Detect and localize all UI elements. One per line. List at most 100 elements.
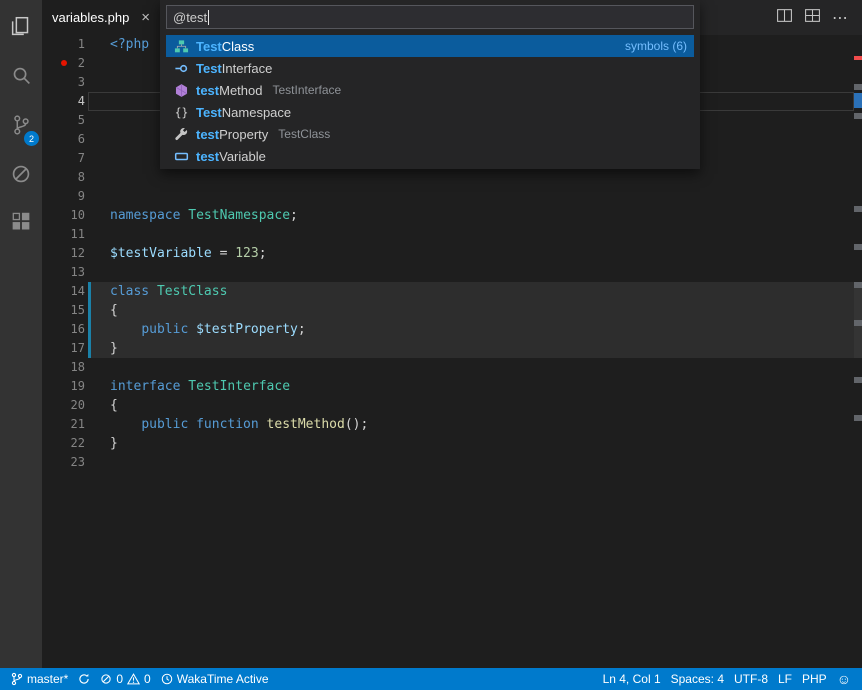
gutter: 1234567891011121314151617181920212223 <box>42 35 85 472</box>
line-number[interactable]: 12 <box>42 244 85 263</box>
error-marker <box>61 60 67 66</box>
line-number[interactable]: 8 <box>42 168 85 187</box>
wakatime-label: WakaTime Active <box>177 672 269 686</box>
line-number[interactable]: 5 <box>42 111 85 130</box>
symbol-name: TestNamespace <box>196 105 291 120</box>
tab-close-icon[interactable]: × <box>141 10 150 25</box>
activity-bar-item-source-control[interactable]: 2 <box>0 103 42 152</box>
code-line-15[interactable]: { <box>110 301 854 320</box>
sync-button[interactable] <box>73 668 95 690</box>
quick-open-list: TestClasssymbols (6)TestInterfacetestMet… <box>166 35 694 167</box>
code-line-9[interactable] <box>110 187 854 206</box>
ruler-mark <box>854 206 862 212</box>
branch-label: master* <box>27 672 68 686</box>
split-editor-icon <box>776 7 793 29</box>
activity-bar-item-extensions[interactable] <box>0 201 42 250</box>
eol-status[interactable]: LF <box>773 668 797 690</box>
cursor-position-status[interactable]: Ln 4, Col 1 <box>598 668 666 690</box>
overview-ruler[interactable] <box>854 35 862 668</box>
language-label: PHP <box>802 672 827 686</box>
quick-open-item-testMethod[interactable]: testMethod TestInterface <box>166 79 694 101</box>
line-number[interactable]: 17 <box>42 339 85 358</box>
symbol-name: testProperty <box>196 127 268 142</box>
variable-icon <box>173 149 190 164</box>
text-cursor <box>208 10 209 25</box>
line-number[interactable]: 1 <box>42 35 85 54</box>
line-number[interactable]: 16 <box>42 320 85 339</box>
activity-bar-item-debug[interactable] <box>0 152 42 201</box>
code-line-17[interactable]: } <box>110 339 854 358</box>
toggle-layout-button[interactable] <box>800 6 824 30</box>
indentation-label: Spaces: 4 <box>671 672 724 686</box>
wakatime-status[interactable]: WakaTime Active <box>156 668 274 690</box>
more-actions-button[interactable]: ⋯ <box>828 6 852 30</box>
code-line-12[interactable]: $testVariable = 123; <box>110 244 854 263</box>
ruler-mark <box>854 377 862 383</box>
symbol-name: testMethod <box>196 83 263 98</box>
quick-open-item-TestNamespace[interactable]: {} TestNamespace <box>166 101 694 123</box>
sync-icon <box>78 673 90 685</box>
toggle-layout-icon <box>804 7 821 29</box>
line-number[interactable]: 11 <box>42 225 85 244</box>
line-number[interactable]: 18 <box>42 358 85 377</box>
vscode-window: 2 variables.php × <box>0 0 862 690</box>
quick-open-input[interactable]: @test <box>166 5 694 29</box>
code-line-23[interactable] <box>110 453 854 472</box>
code-line-8[interactable] <box>110 168 854 187</box>
line-number[interactable]: 19 <box>42 377 85 396</box>
code-line-19[interactable]: interface TestInterface <box>110 377 854 396</box>
code-line-16[interactable]: public $testProperty; <box>110 320 854 339</box>
tab-variables-php[interactable]: variables.php × <box>42 0 160 35</box>
problems-status[interactable]: 0 0 <box>95 668 155 690</box>
split-editor-button[interactable] <box>772 6 796 30</box>
symbol-name: TestInterface <box>196 61 272 76</box>
ruler-mark <box>854 282 862 288</box>
activity-bar-item-explorer[interactable] <box>0 5 42 54</box>
git-branch-icon <box>11 672 23 686</box>
line-number[interactable]: 7 <box>42 149 85 168</box>
quick-open-item-testProperty[interactable]: testPropertyTestClass <box>166 123 694 145</box>
activity-bar: 2 <box>0 0 42 668</box>
indentation-status[interactable]: Spaces: 4 <box>666 668 729 690</box>
line-number[interactable]: 10 <box>42 206 85 225</box>
search-icon <box>8 63 34 94</box>
quick-open-item-TestInterface[interactable]: TestInterface <box>166 57 694 79</box>
code-line-18[interactable] <box>110 358 854 377</box>
error-count: 0 <box>116 672 123 686</box>
code-line-14[interactable]: class TestClass <box>110 282 854 301</box>
line-number[interactable]: 20 <box>42 396 85 415</box>
files-icon <box>8 14 34 45</box>
language-mode-status[interactable]: PHP <box>797 668 832 690</box>
svg-text:{}: {} <box>175 106 189 119</box>
ruler-mark <box>854 320 862 326</box>
line-number[interactable]: 22 <box>42 434 85 453</box>
code-line-21[interactable]: public function testMethod(); <box>110 415 854 434</box>
code-line-10[interactable]: namespace TestNamespace; <box>110 206 854 225</box>
code-line-11[interactable] <box>110 225 854 244</box>
smiley-icon: ☺ <box>837 672 851 686</box>
line-number[interactable]: 23 <box>42 453 85 472</box>
range-highlight-bar <box>88 282 91 358</box>
line-number[interactable]: 13 <box>42 263 85 282</box>
symbol-detail: TestInterface <box>273 83 342 97</box>
quick-open-item-testVariable[interactable]: testVariable <box>166 145 694 167</box>
namespace-icon: {} <box>173 105 190 120</box>
line-number[interactable]: 15 <box>42 301 85 320</box>
activity-bar-item-search[interactable] <box>0 54 42 103</box>
line-number[interactable]: 3 <box>42 73 85 92</box>
status-bar-right: Ln 4, Col 1 Spaces: 4 UTF-8 LF PHP ☺ <box>598 668 856 690</box>
code-line-13[interactable] <box>110 263 854 282</box>
line-number[interactable]: 6 <box>42 130 85 149</box>
encoding-status[interactable]: UTF-8 <box>729 668 773 690</box>
quick-open-widget: @test TestClasssymbols (6)TestInterfacet… <box>160 0 700 169</box>
error-icon <box>100 673 112 685</box>
code-line-20[interactable]: { <box>110 396 854 415</box>
code-line-22[interactable]: } <box>110 434 854 453</box>
quick-open-item-TestClass[interactable]: TestClasssymbols (6) <box>166 35 694 57</box>
line-number[interactable]: 14 <box>42 282 85 301</box>
feedback-smiley-button[interactable]: ☺ <box>832 668 856 690</box>
line-number[interactable]: 9 <box>42 187 85 206</box>
git-branch-status[interactable]: master* <box>6 668 73 690</box>
line-number[interactable]: 21 <box>42 415 85 434</box>
line-number[interactable]: 4 <box>42 92 85 111</box>
